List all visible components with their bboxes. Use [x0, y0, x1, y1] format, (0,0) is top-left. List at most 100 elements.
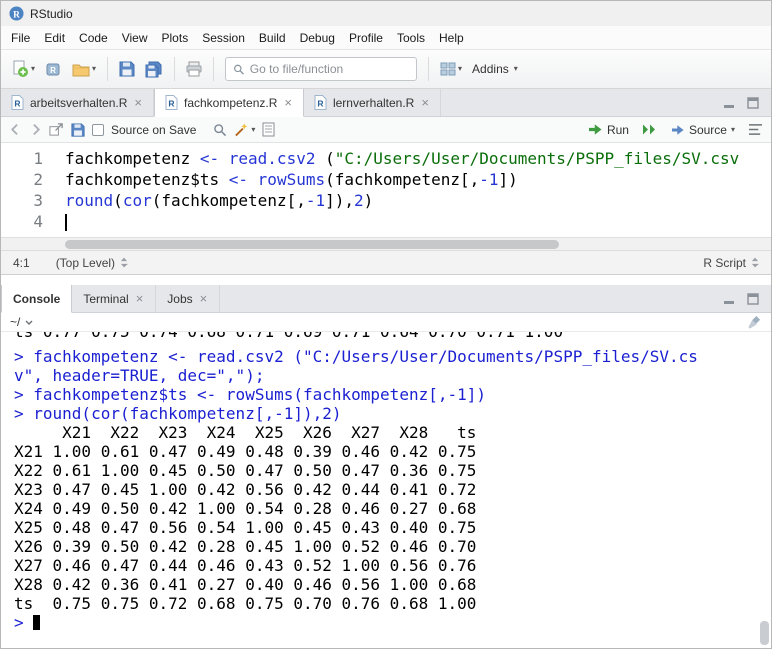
find-replace-button[interactable] [213, 123, 227, 137]
goto-file-input[interactable] [250, 62, 409, 76]
console-tab-terminal[interactable]: Terminal× [72, 285, 156, 312]
document-outline-button[interactable] [748, 123, 763, 136]
window-title: RStudio [30, 7, 73, 21]
console-line: v", header=TRUE, dec=","); [14, 366, 757, 385]
menu-item-profile[interactable]: Profile [342, 28, 390, 48]
tab-label: arbeitsverhalten.R [30, 96, 127, 110]
code-token: <- [229, 170, 248, 189]
back-button[interactable] [9, 123, 22, 136]
console-line: > fachkompetenz$ts <- rowSums(fachkompet… [14, 385, 757, 404]
menu-item-file[interactable]: File [4, 28, 37, 48]
menu-item-tools[interactable]: Tools [390, 28, 432, 48]
minimize-pane-button[interactable] [723, 293, 735, 305]
console-line: X23 0.47 0.45 1.00 0.42 0.56 0.42 0.44 0… [14, 480, 757, 499]
console-tab-jobs[interactable]: Jobs× [156, 285, 220, 312]
scope-label: (Top Level) [56, 256, 115, 270]
line-number: 1 [1, 148, 43, 169]
tab-close-icon[interactable]: × [199, 292, 209, 305]
editor-code[interactable]: fachkompetenz <- read.csv2 ("C:/Users/Us… [57, 143, 771, 237]
menu-item-plots[interactable]: Plots [155, 28, 196, 48]
source-tab-arbeitsverhalten-R[interactable]: Rarbeitsverhalten.R× [1, 89, 154, 116]
cursor-position: 4:1 [13, 256, 30, 270]
main-toolbar: ▾ R ▾ ▾ Addins ▾ [1, 49, 771, 89]
line-number: 4 [1, 211, 43, 232]
chevron-down-icon: ▾ [92, 65, 96, 73]
menu-item-view[interactable]: View [115, 28, 155, 48]
addins-button[interactable]: Addins ▾ [468, 59, 522, 79]
menu-item-code[interactable]: Code [72, 28, 115, 48]
source-on-save-checkbox[interactable] [92, 124, 104, 136]
console-pane: ConsoleTerminal×Jobs× ~/ ts 0.77 0.75 0.… [1, 285, 771, 648]
svg-text:R: R [317, 99, 323, 109]
open-folder-icon [72, 62, 90, 77]
source-tab-fachkompetenz-R[interactable]: Rfachkompetenz.R× [154, 89, 304, 117]
maximize-pane-button[interactable] [747, 293, 759, 305]
chevron-down-icon[interactable] [25, 320, 33, 325]
addins-label: Addins [472, 62, 509, 76]
open-file-button[interactable]: ▾ [68, 59, 100, 80]
svg-text:R: R [168, 99, 174, 109]
save-document-button[interactable] [71, 123, 85, 137]
line-number: 3 [1, 190, 43, 211]
code-token: cor [123, 191, 152, 210]
code-line [65, 211, 771, 232]
scrollbar-thumb[interactable] [65, 240, 559, 249]
magic-wand-icon [234, 122, 249, 137]
source-tab-lernverhalten-R[interactable]: Rlernverhalten.R× [304, 89, 441, 116]
toolbar-separator [428, 57, 429, 81]
tab-close-icon[interactable]: × [420, 96, 430, 109]
save-all-button[interactable] [141, 58, 167, 81]
pane-layout-icon [440, 61, 456, 77]
code-tools-button[interactable]: ▾ [234, 122, 255, 137]
file-type-selector[interactable]: R Script [703, 256, 759, 270]
rerun-button[interactable] [642, 123, 658, 136]
goto-file-box[interactable] [225, 57, 417, 81]
r-file-icon: R [314, 95, 327, 110]
title-bar: R RStudio [1, 1, 771, 26]
code-line: round(cor(fachkompetenz[,-1]),2) [65, 190, 771, 211]
menu-item-session[interactable]: Session [195, 28, 252, 48]
code-token: -1 [479, 170, 498, 189]
console-line: X26 0.39 0.50 0.42 0.28 0.45 1.00 0.52 0… [14, 537, 757, 556]
console-line: X24 0.49 0.50 0.42 1.00 0.54 0.28 0.46 0… [14, 499, 757, 518]
code-token: round [65, 191, 113, 210]
tab-close-icon[interactable]: × [133, 96, 143, 109]
source-button[interactable]: Source ▾ [667, 121, 739, 139]
code-token: ( [315, 149, 334, 168]
editor-horizontal-scrollbar[interactable] [1, 237, 771, 251]
menu-item-edit[interactable]: Edit [37, 28, 72, 48]
console-pane-buttons [723, 285, 771, 312]
pane-layout-button[interactable]: ▾ [436, 58, 466, 80]
menu-item-debug[interactable]: Debug [293, 28, 342, 48]
console-line: > round(cor(fachkompetenz[,-1]),2) [14, 404, 757, 423]
save-button[interactable] [115, 58, 139, 80]
code-token [248, 170, 258, 189]
code-token: "C:/Users/User/Documents/PSPP_files/SV.c… [335, 149, 740, 168]
compile-report-button[interactable] [262, 122, 275, 137]
code-editor[interactable]: 1234 fachkompetenz <- read.csv2 ("C:/Use… [1, 143, 771, 237]
print-icon [186, 61, 202, 77]
tab-close-icon[interactable]: × [135, 292, 145, 305]
run-button[interactable]: Run [584, 121, 633, 139]
new-project-button[interactable]: R [41, 58, 66, 81]
console-output[interactable]: ts 0.77 0.75 0.74 0.68 0.71 0.69 0.71 0.… [1, 332, 771, 648]
print-button[interactable] [182, 58, 206, 80]
console-tab-console[interactable]: Console [1, 285, 72, 313]
minimize-pane-button[interactable] [723, 97, 735, 109]
clear-console-button[interactable] [747, 315, 762, 330]
tab-close-icon[interactable]: × [283, 96, 293, 109]
console-line: ts 0.75 0.75 0.72 0.68 0.75 0.70 0.76 0.… [14, 594, 757, 613]
open-in-new-window-button[interactable] [49, 122, 64, 137]
line-number: 2 [1, 169, 43, 190]
new-file-button[interactable]: ▾ [7, 57, 39, 81]
scope-selector[interactable]: (Top Level) [56, 256, 128, 270]
console-line: X21 1.00 0.61 0.47 0.49 0.48 0.39 0.46 0… [14, 442, 757, 461]
scrollbar-thumb[interactable] [760, 621, 769, 645]
menu-item-help[interactable]: Help [432, 28, 471, 48]
code-line: fachkompetenz <- read.csv2 ("C:/Users/Us… [65, 148, 771, 169]
source-editor-toolbar: Source on Save ▾ Run Source ▾ [1, 117, 771, 143]
pane-divider[interactable] [1, 275, 771, 285]
maximize-pane-button[interactable] [747, 97, 759, 109]
menu-item-build[interactable]: Build [252, 28, 293, 48]
forward-button[interactable] [29, 123, 42, 136]
